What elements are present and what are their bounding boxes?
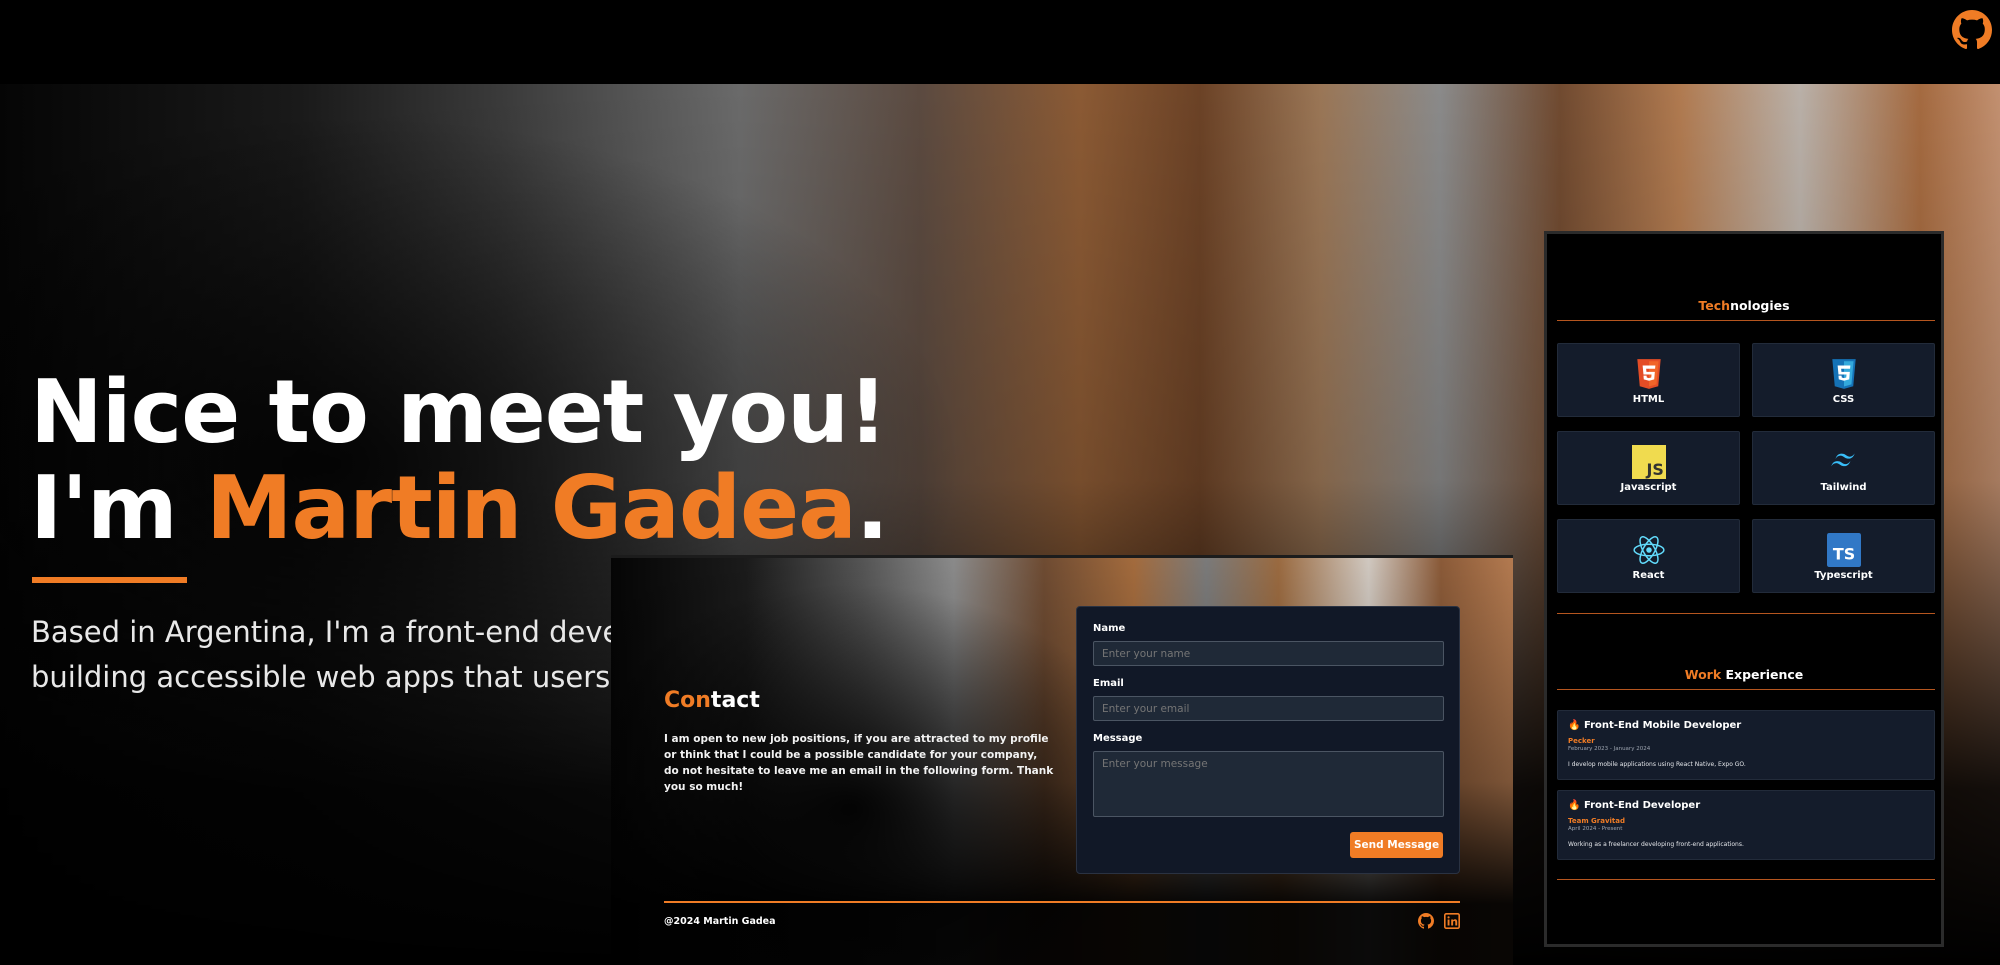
footer-divider xyxy=(664,901,1460,903)
github-icon[interactable] xyxy=(1952,10,1992,50)
contact-description: I am open to new job positions, if you a… xyxy=(664,733,1054,793)
tech-label: React xyxy=(1632,570,1665,581)
html5-icon xyxy=(1636,359,1661,389)
message-label: Message xyxy=(1093,733,1143,744)
linkedin-icon[interactable] xyxy=(1444,913,1460,929)
tech-card-javascript: JS Javascript xyxy=(1557,431,1740,505)
hero-title: Nice to meet you! I'm Martin Gadea. xyxy=(30,361,889,559)
job-card: 🔥 Front-End Developer Team Gravitad Apri… xyxy=(1557,790,1935,860)
tech-label: Typescript xyxy=(1814,570,1873,581)
contact-title-rest: tact xyxy=(710,688,760,713)
technologies-title-rest: nologies xyxy=(1730,298,1790,313)
hero-title-line1: Nice to meet you! xyxy=(30,361,888,463)
hero-subtitle: Based in Argentina, I'm a front-end deve… xyxy=(31,610,611,700)
footer-copyright: @2024 Martin Gadea xyxy=(664,916,776,927)
contact-title: Contact xyxy=(664,688,760,713)
experience-title-accent: Work xyxy=(1684,667,1722,682)
job-company: Team Gravitad xyxy=(1568,817,1626,825)
hero-title-prefix: I'm xyxy=(30,457,206,559)
job-title-text: Front-End Developer xyxy=(1583,800,1701,811)
technologies-title: Technologies xyxy=(1547,298,1941,313)
send-message-button[interactable]: Send Message xyxy=(1350,832,1443,858)
fire-icon: 🔥 xyxy=(1568,720,1581,731)
job-title-text: Front-End Mobile Developer xyxy=(1583,720,1742,731)
tech-card-tailwind: Tailwind xyxy=(1752,431,1935,505)
tech-card-html: HTML xyxy=(1557,343,1740,417)
hero-underline xyxy=(32,577,187,583)
email-label: Email xyxy=(1093,678,1124,689)
tech-card-react: React xyxy=(1557,519,1740,593)
github-icon[interactable] xyxy=(1418,913,1434,929)
job-title: 🔥 Front-End Developer xyxy=(1568,800,1700,811)
technologies-bottom-divider xyxy=(1557,613,1935,614)
fire-icon: 🔥 xyxy=(1568,800,1581,811)
job-description: I develop mobile applications using Reac… xyxy=(1568,761,1746,768)
email-input[interactable] xyxy=(1093,696,1444,721)
job-card: 🔥 Front-End Mobile Developer Pecker Febr… xyxy=(1557,710,1935,780)
tech-label: Javascript xyxy=(1620,482,1677,493)
tech-card-css: CSS xyxy=(1752,343,1935,417)
svg-text:JS: JS xyxy=(1645,460,1663,479)
javascript-icon: JS xyxy=(1631,445,1666,479)
job-dates: April 2024 - Present xyxy=(1568,826,1623,832)
react-icon xyxy=(1632,536,1665,564)
technologies-divider xyxy=(1557,320,1935,321)
hero-name: Martin Gadea xyxy=(205,457,857,559)
experience-title-rest: Experience xyxy=(1721,667,1804,682)
hero-title-line2: I'm Martin Gadea. xyxy=(30,457,889,559)
hero-title-period: . xyxy=(855,457,889,559)
job-dates: February 2023 - January 2024 xyxy=(1568,746,1651,752)
tech-card-typescript: TS Typescript xyxy=(1752,519,1935,593)
message-textarea[interactable] xyxy=(1093,751,1444,817)
experience-divider xyxy=(1557,689,1935,690)
hero-subtitle-line2: building accessible web apps that users … xyxy=(31,660,611,694)
top-bar xyxy=(0,0,2000,84)
contact-section: Contact I am open to new job positions, … xyxy=(611,555,1513,965)
experience-title: Work Experience xyxy=(1547,667,1941,682)
tech-label: Tailwind xyxy=(1820,482,1867,493)
name-input[interactable] xyxy=(1093,641,1444,666)
technologies-title-accent: Tech xyxy=(1698,298,1731,313)
svg-text:TS: TS xyxy=(1832,545,1854,564)
contact-form: Name Email Message Send Message xyxy=(1076,606,1460,874)
experience-bottom-divider xyxy=(1557,879,1935,880)
job-description: Working as a freelancer developing front… xyxy=(1568,841,1744,848)
tailwind-icon xyxy=(1830,453,1855,467)
tech-label: HTML xyxy=(1632,394,1665,405)
job-title: 🔥 Front-End Mobile Developer xyxy=(1568,720,1741,731)
side-panel: Technologies HTML CSS JS Javascript Tail… xyxy=(1544,231,1944,947)
job-company: Pecker xyxy=(1568,737,1595,745)
contact-title-accent: Con xyxy=(664,688,711,713)
css3-icon xyxy=(1831,359,1856,389)
typescript-icon: TS xyxy=(1826,533,1861,567)
name-label: Name xyxy=(1093,623,1126,634)
hero-subtitle-line1: Based in Argentina, I'm a front-end deve… xyxy=(31,615,611,649)
tech-label: CSS xyxy=(1832,394,1855,405)
